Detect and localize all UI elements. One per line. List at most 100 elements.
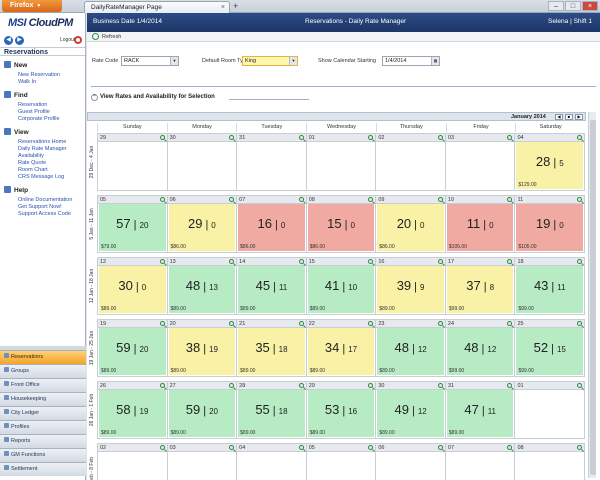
zoom-icon[interactable] bbox=[159, 321, 165, 326]
availability-block[interactable]: 45 | 11 $89.00 bbox=[238, 266, 305, 313]
calendar-day-cell[interactable]: 28 55 | 18 $89.00 bbox=[236, 381, 306, 439]
firefox-menu-button[interactable]: Firefox ▼ bbox=[2, 0, 62, 12]
sidebar-link[interactable]: CRS Message Log bbox=[18, 174, 85, 181]
calendar-day-cell[interactable]: 19 59 | 20 $89.00 bbox=[97, 319, 167, 377]
scrollbar-thumb[interactable] bbox=[590, 120, 596, 475]
zoom-icon[interactable] bbox=[437, 383, 443, 388]
zoom-icon[interactable] bbox=[437, 135, 443, 140]
sidebar-link[interactable]: Guest Profile bbox=[18, 109, 85, 116]
maximize-icon[interactable]: □ bbox=[565, 1, 581, 11]
zoom-icon[interactable] bbox=[577, 445, 583, 450]
calendar-day-cell[interactable]: 27 59 | 20 $89.00 bbox=[166, 381, 237, 439]
module-nav-item[interactable]: Housekeeping bbox=[0, 392, 86, 406]
availability-block[interactable]: 28 | 5 $129.00 bbox=[516, 142, 584, 189]
calendar-day-cell[interactable]: 29 bbox=[97, 133, 167, 191]
calendar-day-cell[interactable]: 08 15 | 0 $86.00 bbox=[305, 195, 376, 253]
zoom-icon[interactable] bbox=[437, 197, 443, 202]
calendar-day-cell[interactable]: 08 bbox=[514, 443, 586, 480]
zoom-icon[interactable] bbox=[298, 259, 304, 264]
calendar-day-cell[interactable]: 22 34 | 17 $89.00 bbox=[305, 319, 376, 377]
zoom-icon[interactable] bbox=[577, 135, 583, 140]
calendar-day-cell[interactable]: 02 bbox=[97, 443, 167, 480]
zoom-icon[interactable] bbox=[298, 135, 304, 140]
calendar-day-cell[interactable]: 18 43 | 11 $99.00 bbox=[514, 257, 586, 315]
sidebar-link[interactable]: Get Support Now! bbox=[18, 204, 85, 211]
zoom-icon[interactable] bbox=[507, 445, 513, 450]
zoom-icon[interactable] bbox=[159, 135, 165, 140]
module-nav-item[interactable]: Reports bbox=[0, 434, 86, 448]
sidebar-link[interactable]: Reservation bbox=[18, 102, 85, 109]
zoom-icon[interactable] bbox=[368, 197, 374, 202]
availability-block[interactable]: 52 | 15 $99.00 bbox=[516, 328, 584, 375]
availability-block[interactable]: 47 | 11 $89.00 bbox=[446, 390, 514, 437]
zoom-icon[interactable] bbox=[159, 259, 165, 264]
availability-block[interactable]: 53 | 16 $89.00 bbox=[307, 390, 375, 437]
calendar-day-cell[interactable]: 26 58 | 19 $89.00 bbox=[97, 381, 167, 439]
zoom-icon[interactable] bbox=[507, 197, 513, 202]
calendar-day-cell[interactable]: 10 11 | 0 $105.00 bbox=[444, 195, 515, 253]
availability-block[interactable]: 34 | 17 $89.00 bbox=[307, 328, 375, 375]
zoom-icon[interactable] bbox=[437, 321, 443, 326]
calendar-day-cell[interactable]: 07 16 | 0 $86.00 bbox=[236, 195, 306, 253]
room-type-select[interactable]: King ▼ bbox=[242, 56, 298, 66]
power-icon[interactable] bbox=[74, 36, 82, 44]
zoom-icon[interactable] bbox=[368, 321, 374, 326]
availability-block[interactable]: 29 | 0 $86.00 bbox=[168, 204, 236, 251]
availability-block[interactable]: 37 | 8 $99.00 bbox=[446, 266, 514, 313]
calendar-day-cell[interactable]: 23 48 | 12 $89.00 bbox=[375, 319, 445, 377]
back-icon[interactable]: ◀ bbox=[4, 36, 13, 45]
module-nav-item[interactable]: City Ledger bbox=[0, 406, 86, 420]
zoom-icon[interactable] bbox=[368, 135, 374, 140]
zoom-icon[interactable] bbox=[159, 197, 165, 202]
zoom-icon[interactable] bbox=[229, 445, 235, 450]
module-nav-item[interactable]: Settlement bbox=[0, 462, 86, 476]
calendar-day-cell[interactable]: 25 52 | 15 $99.00 bbox=[514, 319, 586, 377]
refresh-icon[interactable] bbox=[92, 33, 99, 40]
availability-block[interactable]: 16 | 0 $86.00 bbox=[238, 204, 305, 251]
calendar-day-cell[interactable]: 09 20 | 0 $86.00 bbox=[375, 195, 445, 253]
calendar-day-cell[interactable]: 14 45 | 11 $89.00 bbox=[236, 257, 306, 315]
availability-block[interactable]: 38 | 19 $89.00 bbox=[168, 328, 236, 375]
zoom-icon[interactable] bbox=[298, 445, 304, 450]
rate-code-select[interactable]: RACK ▼ bbox=[121, 56, 179, 66]
sidebar-link[interactable]: Support Access Code bbox=[18, 211, 85, 218]
availability-block[interactable]: 19 | 0 $105.00 bbox=[516, 204, 584, 251]
zoom-icon[interactable] bbox=[298, 383, 304, 388]
zoom-icon[interactable] bbox=[577, 259, 583, 264]
zoom-icon[interactable] bbox=[368, 259, 374, 264]
availability-block[interactable]: 41 | 10 $89.00 bbox=[307, 266, 375, 313]
availability-block[interactable]: 59 | 20 $89.00 bbox=[168, 390, 236, 437]
module-nav-item[interactable]: Groups bbox=[0, 364, 86, 378]
zoom-icon[interactable] bbox=[507, 135, 513, 140]
zoom-icon[interactable] bbox=[507, 321, 513, 326]
close-window-icon[interactable]: × bbox=[582, 1, 598, 11]
calendar-day-cell[interactable]: 30 bbox=[166, 133, 237, 191]
availability-block[interactable]: 43 | 11 $99.00 bbox=[516, 266, 584, 313]
calendar-day-cell[interactable]: 24 48 | 12 $99.00 bbox=[444, 319, 515, 377]
sidebar-link[interactable]: Room Chart bbox=[18, 167, 85, 174]
calendar-day-cell[interactable]: 20 38 | 19 $89.00 bbox=[166, 319, 237, 377]
zoom-icon[interactable] bbox=[507, 259, 513, 264]
module-nav-item[interactable]: Reservations bbox=[0, 350, 86, 364]
calendar-day-cell[interactable]: 06 29 | 0 $86.00 bbox=[166, 195, 237, 253]
calendar-day-cell[interactable]: 03 bbox=[166, 443, 237, 480]
calendar-day-cell[interactable]: 21 35 | 18 $89.00 bbox=[236, 319, 306, 377]
zoom-icon[interactable] bbox=[298, 197, 304, 202]
calendar-day-cell[interactable]: 06 bbox=[375, 443, 445, 480]
calendar-day-cell[interactable]: 11 19 | 0 $105.00 bbox=[514, 195, 586, 253]
availability-block[interactable]: 30 | 0 $89.00 bbox=[99, 266, 166, 313]
module-nav-item[interactable]: Front Office bbox=[0, 378, 86, 392]
tab-close-icon[interactable]: × bbox=[221, 2, 225, 13]
calendar-day-cell[interactable]: 04 bbox=[236, 443, 306, 480]
logout-link[interactable]: Logout bbox=[60, 35, 75, 46]
zoom-icon[interactable] bbox=[368, 445, 374, 450]
availability-block[interactable]: 15 | 0 $86.00 bbox=[307, 204, 375, 251]
calendar-day-cell[interactable]: 12 30 | 0 $89.00 bbox=[97, 257, 167, 315]
zoom-icon[interactable] bbox=[368, 383, 374, 388]
calendar-day-cell[interactable]: 31 bbox=[236, 133, 306, 191]
minimize-icon[interactable]: – bbox=[548, 1, 564, 11]
zoom-icon[interactable] bbox=[437, 259, 443, 264]
calendar-day-cell[interactable]: 17 37 | 8 $99.00 bbox=[444, 257, 515, 315]
availability-block[interactable]: 39 | 9 $89.00 bbox=[377, 266, 444, 313]
prev-month-icon[interactable]: ◀ bbox=[555, 114, 563, 120]
